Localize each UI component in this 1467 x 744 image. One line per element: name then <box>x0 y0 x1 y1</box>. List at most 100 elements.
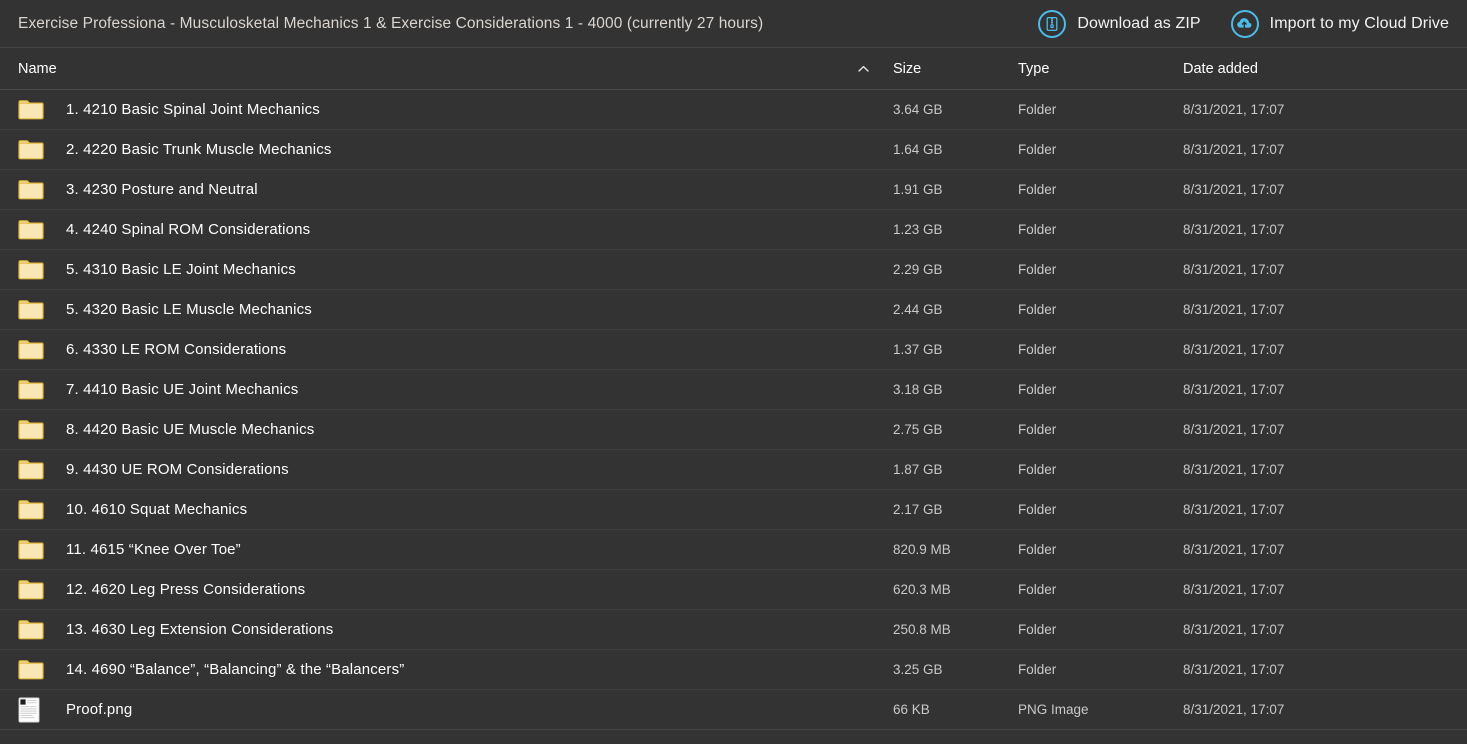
download-as-zip-button[interactable]: Download as ZIP <box>1038 9 1201 38</box>
cell-type: Folder <box>1018 622 1057 637</box>
folder-icon-shape <box>18 460 44 480</box>
top-bar: Exercise Professiona - Musculosketal Mec… <box>0 0 1467 48</box>
folder-icon <box>18 339 66 360</box>
cell-date-added: 8/31/2021, 17:07 <box>1183 142 1285 157</box>
folder-icon <box>18 659 66 680</box>
folder-icon-shape <box>18 380 44 400</box>
cell-size: 1.91 GB <box>893 182 943 197</box>
cell-date-added: 8/31/2021, 17:07 <box>1183 302 1285 317</box>
cell-size: 1.87 GB <box>893 462 943 477</box>
table-row[interactable]: 4. 4240 Spinal ROM Considerations 1.23 GB… <box>0 210 1467 250</box>
file-name-label: 13. 4630 Leg Extension Considerations <box>66 621 334 638</box>
import-to-cloud-drive-label: Import to my Cloud Drive <box>1269 14 1449 32</box>
import-to-cloud-drive-button[interactable]: Import to my Cloud Drive <box>1230 9 1449 38</box>
folder-icon-shape <box>18 260 44 280</box>
cell-name[interactable]: 7. 4410 Basic UE Joint Mechanics <box>0 379 893 400</box>
cell-size: 3.18 GB <box>893 382 943 397</box>
table-row[interactable]: 2. 4220 Basic Trunk Muscle Mechanics 1.64… <box>0 130 1467 170</box>
folder-icon-shape <box>18 620 44 640</box>
cell-name[interactable]: 5. 4320 Basic LE Muscle Mechanics <box>0 299 893 320</box>
chevron-up-icon[interactable] <box>857 63 869 75</box>
cell-date-added: 8/31/2021, 17:07 <box>1183 422 1285 437</box>
cell-name[interactable]: 5. 4310 Basic LE Joint Mechanics <box>0 259 893 280</box>
file-name-label: 6. 4330 LE ROM Considerations <box>66 341 287 358</box>
table-row[interactable]: 11. 4615 “Knee Over Toe” 820.9 MB Folder 8/… <box>0 530 1467 570</box>
cell-name[interactable]: 3. 4230 Posture and Neutral <box>0 179 893 200</box>
folder-icon <box>18 379 66 400</box>
table-row[interactable]: 12. 4620 Leg Press Considerations 620.3 M… <box>0 570 1467 610</box>
cell-type: Folder <box>1018 542 1057 557</box>
table-row[interactable]: Proof.png 66 KB PNG Image 8/31/2021, 17:07 <box>0 690 1467 730</box>
table-row[interactable]: 1. 4210 Basic Spinal Joint Mechanics 3.64… <box>0 90 1467 130</box>
column-header-size[interactable]: Size <box>893 61 1018 77</box>
cell-name[interactable]: 6. 4330 LE ROM Considerations <box>0 339 893 360</box>
cell-type: Folder <box>1018 182 1057 197</box>
cell-size: 1.64 GB <box>893 142 943 157</box>
cell-date-added: 8/31/2021, 17:07 <box>1183 462 1285 477</box>
table-row[interactable]: 13. 4630 Leg Extension Considerations 250… <box>0 610 1467 650</box>
cell-type: Folder <box>1018 302 1057 317</box>
cell-size: 1.23 GB <box>893 222 943 237</box>
column-header-name[interactable]: Name <box>0 61 893 77</box>
column-header-date-added[interactable]: Date added <box>1183 61 1467 77</box>
folder-icon <box>18 539 66 560</box>
folder-icon <box>18 259 66 280</box>
folder-icon-shape <box>18 420 44 440</box>
table-row[interactable]: 7. 4410 Basic UE Joint Mechanics 3.18 GB F… <box>0 370 1467 410</box>
png-image-icon-shape <box>18 697 40 722</box>
folder-icon-shape <box>18 220 44 240</box>
folder-icon <box>18 179 66 200</box>
file-name-label: 8. 4420 Basic UE Muscle Mechanics <box>66 421 315 438</box>
cell-date-added: 8/31/2021, 17:07 <box>1183 542 1285 557</box>
table-row[interactable]: 3. 4230 Posture and Neutral 1.91 GB Folder… <box>0 170 1467 210</box>
folder-icon <box>18 299 66 320</box>
cell-name[interactable]: 9. 4430 UE ROM Considerations <box>0 459 893 480</box>
file-browser: Exercise Professiona - Musculosketal Mec… <box>0 0 1467 744</box>
file-name-label: 2. 4220 Basic Trunk Muscle Mechanics <box>66 141 332 158</box>
cell-size: 2.44 GB <box>893 302 943 317</box>
table-row[interactable]: 5. 4310 Basic LE Joint Mechanics 2.29 GB F… <box>0 250 1467 290</box>
cell-date-added: 8/31/2021, 17:07 <box>1183 102 1285 117</box>
cell-date-added: 8/31/2021, 17:07 <box>1183 502 1285 517</box>
folder-icon-shape <box>18 540 44 560</box>
cell-type: Folder <box>1018 422 1057 437</box>
file-name-label: 5. 4310 Basic LE Joint Mechanics <box>66 261 296 278</box>
folder-icon <box>18 459 66 480</box>
file-name-label: 14. 4690 “Balance”, “Balancing” & the “B… <box>66 661 405 678</box>
column-header-type[interactable]: Type <box>1018 61 1183 77</box>
file-name-label: 12. 4620 Leg Press Considerations <box>66 581 306 598</box>
table-row[interactable]: 10. 4610 Squat Mechanics 2.17 GB Folder 8/3… <box>0 490 1467 530</box>
cell-name[interactable]: 4. 4240 Spinal ROM Considerations <box>0 219 893 240</box>
cell-name[interactable]: 12. 4620 Leg Press Considerations <box>0 579 893 600</box>
cell-type: PNG Image <box>1018 702 1089 717</box>
file-name-label: 10. 4610 Squat Mechanics <box>66 501 248 518</box>
folder-icon <box>18 579 66 600</box>
cell-size: 250.8 MB <box>893 622 951 637</box>
table-row[interactable]: 6. 4330 LE ROM Considerations 1.37 GB Fold… <box>0 330 1467 370</box>
header-actions: Download as ZIP Import to my Cloud Drive <box>1038 9 1451 38</box>
cell-date-added: 8/31/2021, 17:07 <box>1183 622 1285 637</box>
cell-type: Folder <box>1018 582 1057 597</box>
table-row[interactable]: 9. 4430 UE ROM Considerations 1.87 GB Fold… <box>0 450 1467 490</box>
cell-name[interactable]: 14. 4690 “Balance”, “Balancing” & the “B… <box>0 659 893 680</box>
cell-name[interactable]: 10. 4610 Squat Mechanics <box>0 499 893 520</box>
table-row[interactable]: 14. 4690 “Balance”, “Balancing” & the “B… <box>0 650 1467 690</box>
cell-type: Folder <box>1018 142 1057 157</box>
cell-type: Folder <box>1018 342 1057 357</box>
folder-icon <box>18 139 66 160</box>
cell-type: Folder <box>1018 662 1057 677</box>
cell-name[interactable]: 11. 4615 “Knee Over Toe” <box>0 539 893 560</box>
cell-name[interactable]: 13. 4630 Leg Extension Considerations <box>0 619 893 640</box>
cell-name[interactable]: Proof.png <box>0 697 893 723</box>
table-row[interactable]: 8. 4420 Basic UE Muscle Mechanics 2.75 GB… <box>0 410 1467 450</box>
cell-name[interactable]: 1. 4210 Basic Spinal Joint Mechanics <box>0 99 893 120</box>
table-row[interactable]: 5. 4320 Basic LE Muscle Mechanics 2.44 GB… <box>0 290 1467 330</box>
cell-date-added: 8/31/2021, 17:07 <box>1183 382 1285 397</box>
cell-name[interactable]: 8. 4420 Basic UE Muscle Mechanics <box>0 419 893 440</box>
folder-icon <box>18 499 66 520</box>
cell-date-added: 8/31/2021, 17:07 <box>1183 662 1285 677</box>
folder-icon-shape <box>18 660 44 680</box>
cell-type: Folder <box>1018 502 1057 517</box>
folder-icon-shape <box>18 580 44 600</box>
cell-name[interactable]: 2. 4220 Basic Trunk Muscle Mechanics <box>0 139 893 160</box>
